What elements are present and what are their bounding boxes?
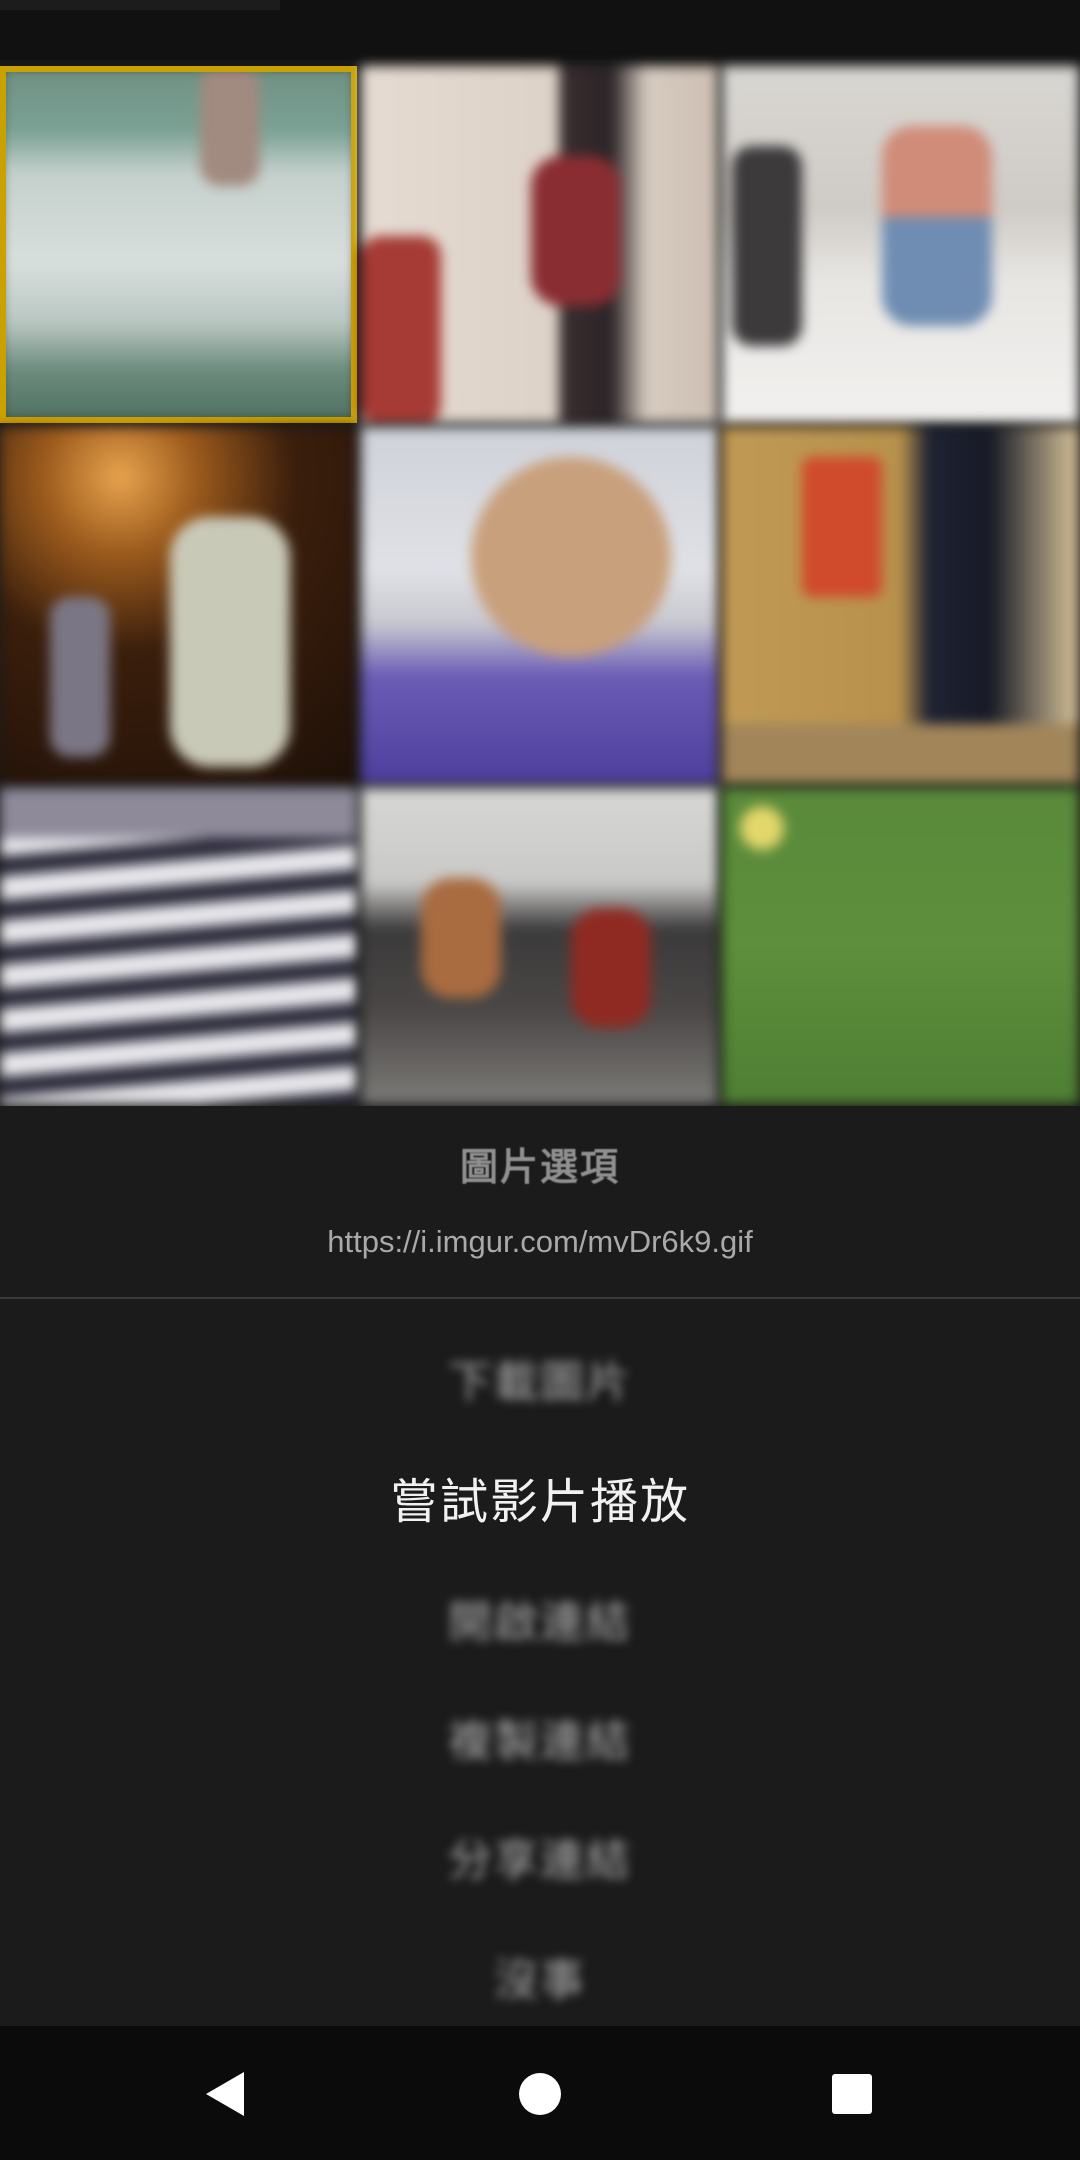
thumbnail-image — [0, 427, 357, 784]
thumbnail-image — [722, 788, 1079, 1104]
home-button[interactable] — [514, 2068, 566, 2120]
thumbnail-5[interactable] — [361, 427, 718, 784]
thumbnail-4[interactable] — [0, 427, 357, 784]
menu-item-share-link[interactable]: 分享連結 — [0, 1824, 1080, 1888]
menu-item-copy-link[interactable]: 複製連結 — [0, 1705, 1080, 1769]
back-icon — [206, 2072, 244, 2116]
navigation-bar — [0, 2026, 1080, 2160]
image-url: https://i.imgur.com/mvDr6k9.gif — [327, 1224, 753, 1259]
thumbnail-image — [0, 788, 357, 1104]
thumbnail-image — [361, 427, 718, 784]
menu-item-open-link[interactable]: 開啟連結 — [0, 1586, 1080, 1650]
thumbnail-3[interactable] — [722, 66, 1079, 423]
menu-item-download-image[interactable]: 下載圖片 — [0, 1346, 1080, 1410]
thumbnail-1[interactable] — [0, 66, 357, 423]
recents-icon — [832, 2074, 872, 2114]
thumbnail-8[interactable] — [361, 788, 718, 1104]
thumbnail-7[interactable] — [0, 788, 357, 1104]
menu-item-try-video-playback[interactable]: 嘗試影片播放 — [0, 1462, 1080, 1532]
thumbnail-image — [361, 788, 718, 1104]
thumbnail-9[interactable] — [722, 788, 1079, 1104]
thumbnail-grid — [0, 66, 1080, 1106]
back-button[interactable] — [200, 2068, 252, 2120]
thumbnail-6[interactable] — [722, 427, 1079, 784]
status-bar — [0, 0, 1080, 60]
recents-button[interactable] — [826, 2068, 878, 2120]
screen: 圖片選項 https://i.imgur.com/mvDr6k9.gif 下載圖… — [0, 0, 1080, 2160]
status-strip — [0, 0, 280, 10]
dialog-title: 圖片選項 — [459, 1145, 620, 1189]
thumbnail-image — [722, 66, 1079, 423]
home-icon — [519, 2073, 561, 2115]
image-options-dialog: 圖片選項 https://i.imgur.com/mvDr6k9.gif 下載圖… — [0, 1106, 1080, 2026]
divider — [0, 1297, 1080, 1299]
thumbnail-image — [361, 66, 718, 423]
thumbnail-image — [0, 66, 357, 423]
thumbnail-2[interactable] — [361, 66, 718, 423]
thumbnail-image — [722, 427, 1079, 784]
menu-item-never-mind[interactable]: 沒事 — [0, 1944, 1080, 2008]
